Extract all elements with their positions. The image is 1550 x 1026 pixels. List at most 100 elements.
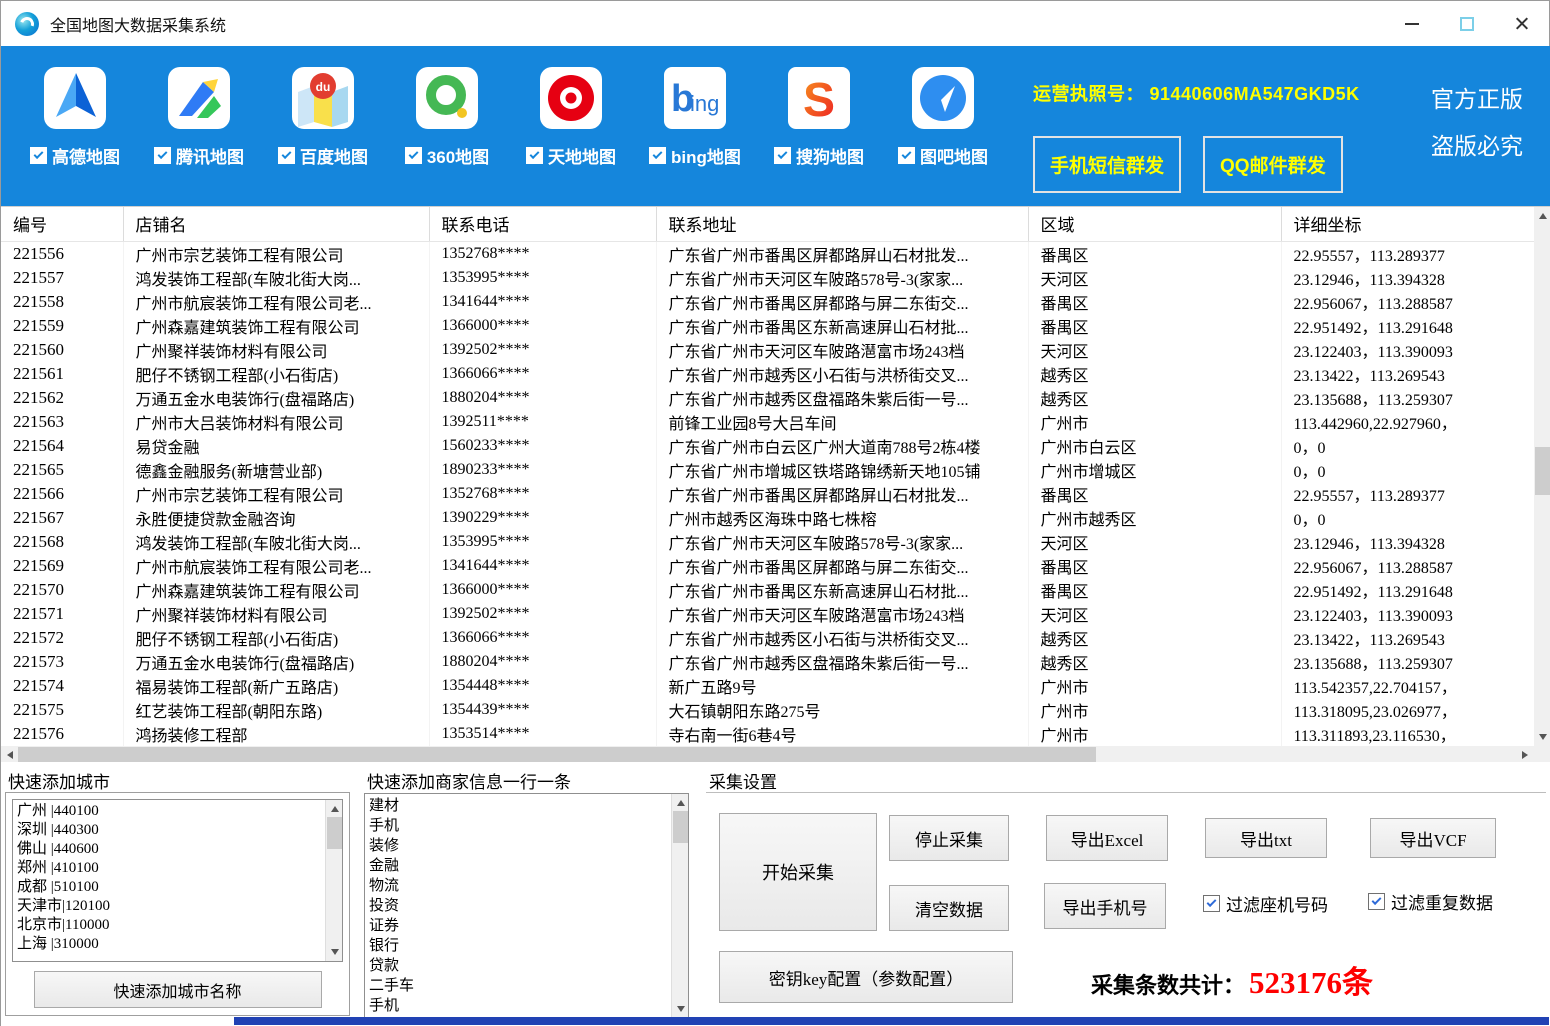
export-txt-button[interactable]: 导出txt [1205,818,1327,858]
column-header[interactable]: 店铺名 [123,207,429,241]
scroll-up-button[interactable] [1534,207,1550,224]
table-row[interactable]: 221565德鑫金融服务(新塘营业部)1890233****广东省广州市增城区铁… [1,458,1534,482]
vertical-scroll-thumb[interactable] [1535,447,1550,495]
table-row[interactable]: 221571广州聚祥装饰材料有限公司1392502****广东省广州市天河区车陂… [1,602,1534,626]
table-row[interactable]: 221576鸿扬装修工程部1353514****寺右南一街6巷4号广州市113.… [1,722,1534,746]
map-checkbox[interactable] [405,147,422,164]
export-vcf-button[interactable]: 导出VCF [1370,818,1496,858]
map-source-toggle[interactable]: 百度地图 [278,143,368,168]
table-row[interactable]: 221558广州市航宸装饰工程有限公司老...1341644****广东省广州市… [1,290,1534,314]
bing-map-icon: bing [663,66,727,130]
city-scroll-down-button[interactable] [326,944,343,961]
table-row[interactable]: 221556广州市宗艺装饰工程有限公司1352768****广东省广州市番禺区屏… [1,241,1534,266]
add-city-button[interactable]: 快速添加城市名称 [34,971,322,1008]
city-list-item[interactable]: 成都 |510100 [17,878,338,897]
merchant-scroll-thumb[interactable] [673,811,688,843]
merchant-list-item[interactable]: 银行 [369,936,684,956]
close-button[interactable] [1494,1,1549,46]
column-header[interactable]: 联系地址 [656,207,1028,241]
table-row[interactable]: 221568鸿发装饰工程部(车陂北街大岗...1353995****广东省广州市… [1,530,1534,554]
table-row[interactable]: 221561肥仔不锈钢工程部(小石街店)1366066****广东省广州市越秀区… [1,362,1534,386]
clear-data-button[interactable]: 清空数据 [889,885,1009,931]
filter-landline-checkbox[interactable]: 过滤座机号码 [1203,891,1328,916]
table-row[interactable]: 221569广州市航宸装饰工程有限公司老...1341644****广东省广州市… [1,554,1534,578]
horizontal-scrollbar[interactable] [1,746,1534,762]
city-listbox[interactable]: 广州 |440100深圳 |440300佛山 |440600郑州 |410100… [12,799,343,962]
scroll-right-button[interactable] [1517,746,1534,762]
table-row[interactable]: 221566广州市宗艺装饰工程有限公司1352768****广东省广州市番禺区屏… [1,482,1534,506]
table-row[interactable]: 221567永胜便捷贷款金融咨询1390229****广州市越秀区海珠中路七株榕… [1,506,1534,530]
maximize-button[interactable] [1439,1,1494,46]
city-list-item[interactable]: 上海 |310000 [17,935,338,954]
minimize-button[interactable] [1384,1,1439,46]
merchant-scroll-down-button[interactable] [672,1001,689,1018]
start-collect-button[interactable]: 开始采集 [719,813,877,931]
vertical-scrollbar[interactable] [1534,207,1550,746]
column-header[interactable]: 联系电话 [429,207,656,241]
column-header[interactable]: 编号 [1,207,123,241]
map-source-toggle[interactable]: 高德地图 [30,143,120,168]
city-scroll-thumb[interactable] [327,817,342,849]
table-row[interactable]: 221562万通五金水电装饰行(盘福路店)1880204****广东省广州市越秀… [1,386,1534,410]
map-checkbox[interactable] [649,147,666,164]
merchant-scroll-up-button[interactable] [672,794,689,811]
merchant-list-item[interactable]: 手机 [369,996,684,1016]
scroll-down-button[interactable] [1534,729,1550,746]
map-source-toggle[interactable]: 天地地图 [526,143,616,168]
city-list-item[interactable]: 佛山 |440600 [17,840,338,859]
filter-duplicate-checkbox[interactable]: 过滤重复数据 [1368,889,1493,914]
city-list-item[interactable]: 天津市|120100 [17,897,338,916]
merchant-list-item[interactable]: 金融 [369,856,684,876]
map-checkbox[interactable] [154,147,171,164]
merchant-listbox[interactable]: 建材手机装修金融物流投资证券银行贷款二手车手机 [364,793,689,1019]
table-cell: 广东省广州市天河区车陂路潖富市场243档 [656,602,1028,626]
table-row[interactable]: 221560广州聚祥装饰材料有限公司1392502****广东省广州市天河区车陂… [1,338,1534,362]
table-row[interactable]: 221572肥仔不锈钢工程部(小石街店)1366066****广东省广州市越秀区… [1,626,1534,650]
map-checkbox[interactable] [526,147,543,164]
merchant-list-item[interactable]: 二手车 [369,976,684,996]
table-row[interactable]: 221563广州市大吕装饰材料有限公司1392511****前锋工业园8号大吕车… [1,410,1534,434]
map-source-toggle[interactable]: 搜狗地图 [774,143,864,168]
table-cell: 肥仔不锈钢工程部(小石街店) [123,362,429,386]
table-row[interactable]: 221573万通五金水电装饰行(盘福路店)1880204****广东省广州市越秀… [1,650,1534,674]
city-list-item[interactable]: 郑州 |410100 [17,859,338,878]
horizontal-scroll-thumb[interactable] [18,747,1096,762]
table-cell: 221570 [1,578,123,602]
city-scroll-up-button[interactable] [326,800,343,817]
map-checkbox[interactable] [30,147,47,164]
qq-mail-bulk-button[interactable]: QQ邮件群发 [1203,136,1343,193]
table-row[interactable]: 221575红艺装饰工程部(朝阳东路)1354439****大石镇朝阳东路275… [1,698,1534,722]
merchant-list-item[interactable]: 建材 [369,796,684,816]
city-list-scrollbar[interactable] [325,800,342,961]
table-row[interactable]: 221564易贷金融1560233****广东省广州市白云区广州大道南788号2… [1,434,1534,458]
table-row[interactable]: 221557鸿发装饰工程部(车陂北街大岗...1353995****广东省广州市… [1,266,1534,290]
city-list-item[interactable]: 广州 |440100 [17,802,338,821]
merchant-list-item[interactable]: 物流 [369,876,684,896]
table-row[interactable]: 221574福易装饰工程部(新广五路店)1354448****新广五路9号广州市… [1,674,1534,698]
table-row[interactable]: 221559广州森嘉建筑装饰工程有限公司1366000****广东省广州市番禺区… [1,314,1534,338]
map-source-toggle[interactable]: 360地图 [405,143,489,168]
sms-bulk-button[interactable]: 手机短信群发 [1033,136,1181,193]
merchant-list-item[interactable]: 装修 [369,836,684,856]
city-list-item[interactable]: 深圳 |440300 [17,821,338,840]
key-config-button[interactable]: 密钥key配置（参数配置） [719,951,1013,1003]
scroll-left-button[interactable] [1,746,18,762]
stop-collect-button[interactable]: 停止采集 [889,815,1009,861]
city-list-item[interactable]: 北京市|110000 [17,916,338,935]
column-header[interactable]: 区域 [1028,207,1281,241]
map-checkbox[interactable] [774,147,791,164]
column-header[interactable]: 详细坐标 [1281,207,1534,241]
merchant-list-item[interactable]: 投资 [369,896,684,916]
merchant-list-scrollbar[interactable] [671,794,688,1018]
table-row[interactable]: 221570广州森嘉建筑装饰工程有限公司1366000****广东省广州市番禺区… [1,578,1534,602]
export-phone-button[interactable]: 导出手机号 [1044,883,1166,929]
export-excel-button[interactable]: 导出Excel [1046,815,1168,861]
map-checkbox[interactable] [898,147,915,164]
map-source-toggle[interactable]: bing地图 [649,143,741,168]
map-source-toggle[interactable]: 腾讯地图 [154,143,244,168]
map-checkbox[interactable] [278,147,295,164]
map-source-toggle[interactable]: 图吧地图 [898,143,988,168]
merchant-list-item[interactable]: 证券 [369,916,684,936]
merchant-list-item[interactable]: 贷款 [369,956,684,976]
merchant-list-item[interactable]: 手机 [369,816,684,836]
